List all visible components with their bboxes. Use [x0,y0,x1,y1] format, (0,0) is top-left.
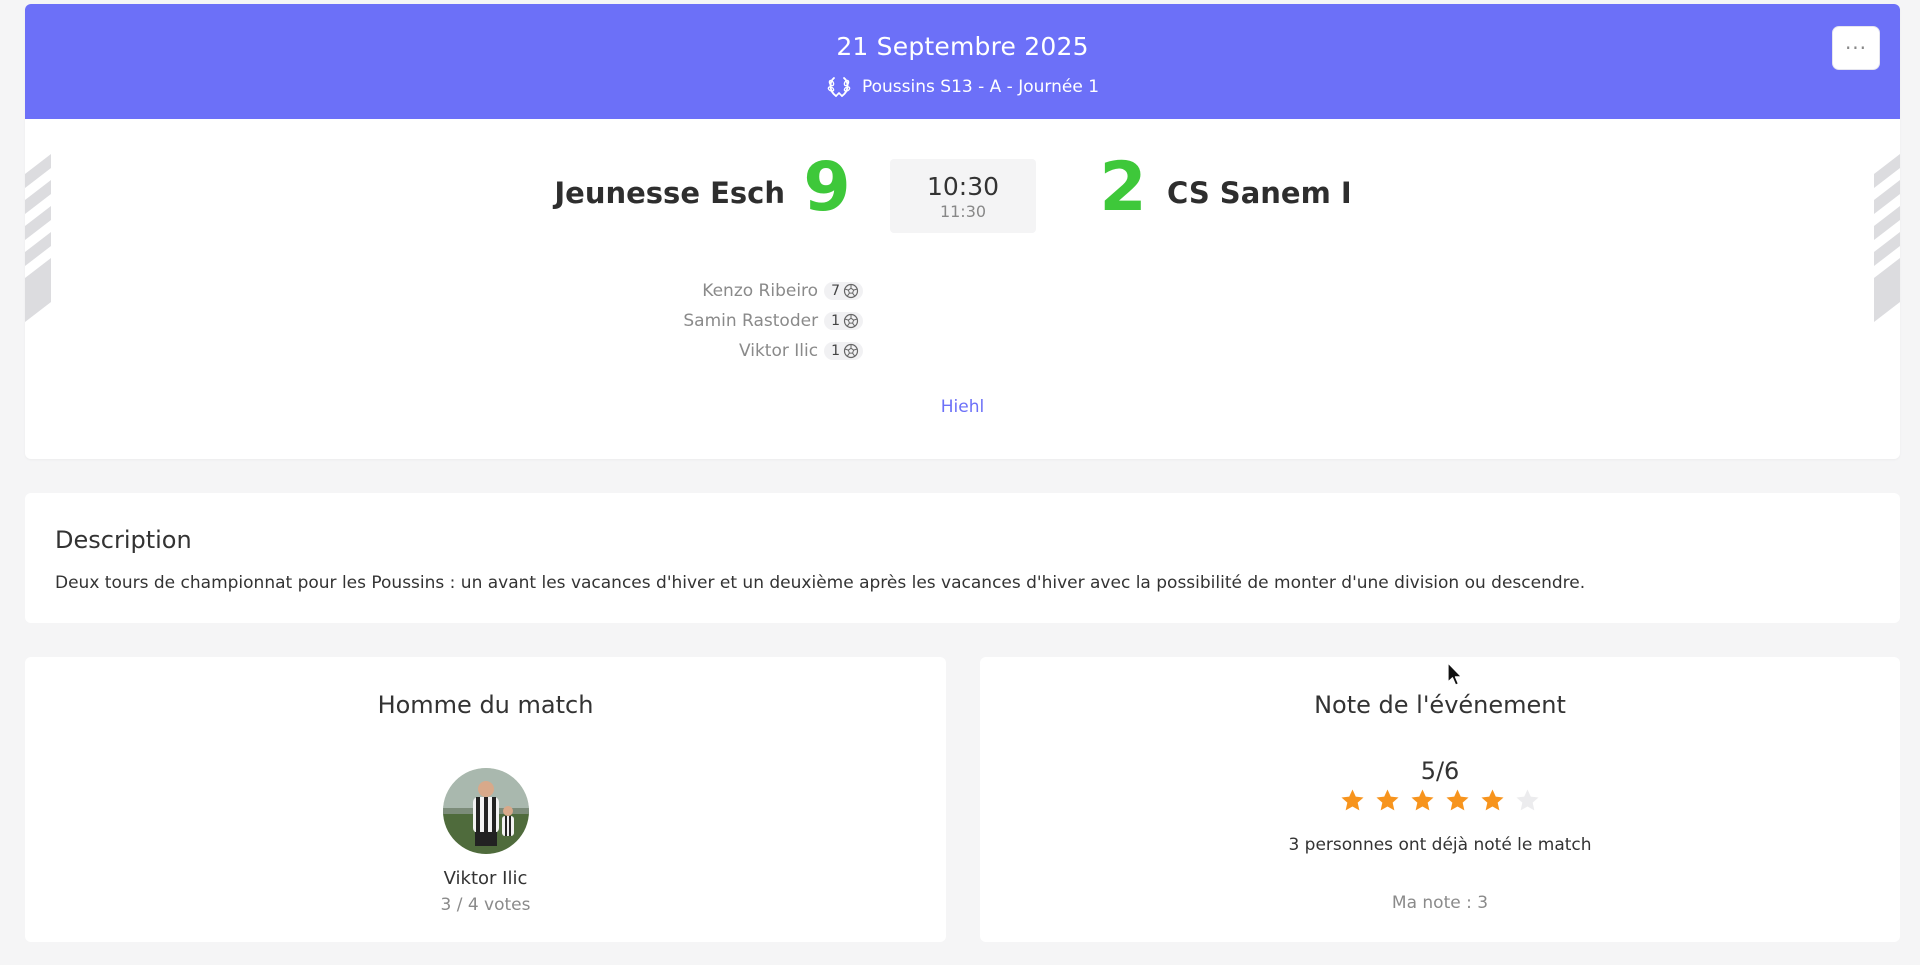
right-stripe-decoration [1874,154,1900,322]
soccer-ball-icon [843,313,859,329]
goal-count: 1 [831,313,840,329]
event-rating-card: Note de l'événement 5/6 3 personnes ont … [980,657,1900,942]
scorer-row: Viktor Ilic 1 [525,336,863,366]
mouse-cursor-icon [1447,662,1463,686]
description-card: Description Deux tours de championnat po… [25,493,1900,623]
home-score: 9 [803,148,851,227]
match-card: 21 Septembre 2025 Poussins S13 - A - Jou… [25,4,1900,459]
goal-count-badge: 1 [824,312,863,330]
start-time: 10:30 [926,172,1000,201]
goal-count-badge: 1 [824,342,863,360]
rating-count: 3 personnes ont déjà noté le match [1288,835,1592,855]
scorer-name[interactable]: Viktor Ilic [739,341,818,361]
scorer-name[interactable]: Kenzo Ribeiro [702,281,818,301]
star-filled-icon[interactable] [1444,787,1471,814]
my-rating: Ma note : 3 [1391,893,1489,913]
star-empty-icon[interactable] [1514,787,1541,814]
description-title: Description [55,526,192,554]
away-team-name[interactable]: CS Sanem I [1167,176,1567,210]
star-filled-icon[interactable] [1339,787,1366,814]
match-time-box: 10:30 11:30 [890,159,1036,233]
venue-link[interactable]: Hiehl [25,397,1900,417]
scorers-list: Kenzo Ribeiro 7 Samin Rastoder 1 Viktor … [525,276,863,366]
more-options-icon: ··· [1844,36,1868,60]
laurel-icon [827,77,851,97]
man-of-the-match-card: Homme du match Viktor Ilic 3 / 4 votes [25,657,946,942]
match-date: 21 Septembre 2025 [836,32,1089,61]
man-of-the-match-title: Homme du match [377,691,594,719]
star-filled-icon[interactable] [1479,787,1506,814]
left-stripe-decoration [25,154,51,322]
motm-player-name: Viktor Ilic [443,868,528,889]
soccer-ball-icon [843,343,859,359]
away-score: 2 [1099,148,1147,227]
more-options-button[interactable]: ··· [1832,26,1880,70]
rating-score: 5/6 [1420,757,1460,785]
scorer-name[interactable]: Samin Rastoder [683,311,818,331]
scorer-row: Samin Rastoder 1 [525,306,863,336]
scorer-row: Kenzo Ribeiro 7 [525,276,863,306]
star-filled-icon[interactable] [1409,787,1436,814]
event-rating-title: Note de l'événement [1314,691,1566,719]
competition-label: Poussins S13 - A - Journée 1 [861,77,1100,97]
player-photo [443,768,529,854]
match-header: 21 Septembre 2025 Poussins S13 - A - Jou… [25,4,1900,119]
star-rating[interactable] [980,787,1900,814]
goal-count-badge: 7 [824,282,863,300]
end-time: 11:30 [939,202,987,221]
avatar[interactable] [443,768,529,854]
star-filled-icon[interactable] [1374,787,1401,814]
motm-votes: 3 / 4 votes [440,895,531,915]
competition: Poussins S13 - A - Journée 1 [25,74,1900,100]
description-text: Deux tours de championnat pour les Pouss… [55,573,1586,593]
goal-count: 1 [831,343,840,359]
soccer-ball-icon [843,283,859,299]
goal-count: 7 [831,283,840,299]
home-team-name[interactable]: Jeunesse Esch [405,176,785,210]
